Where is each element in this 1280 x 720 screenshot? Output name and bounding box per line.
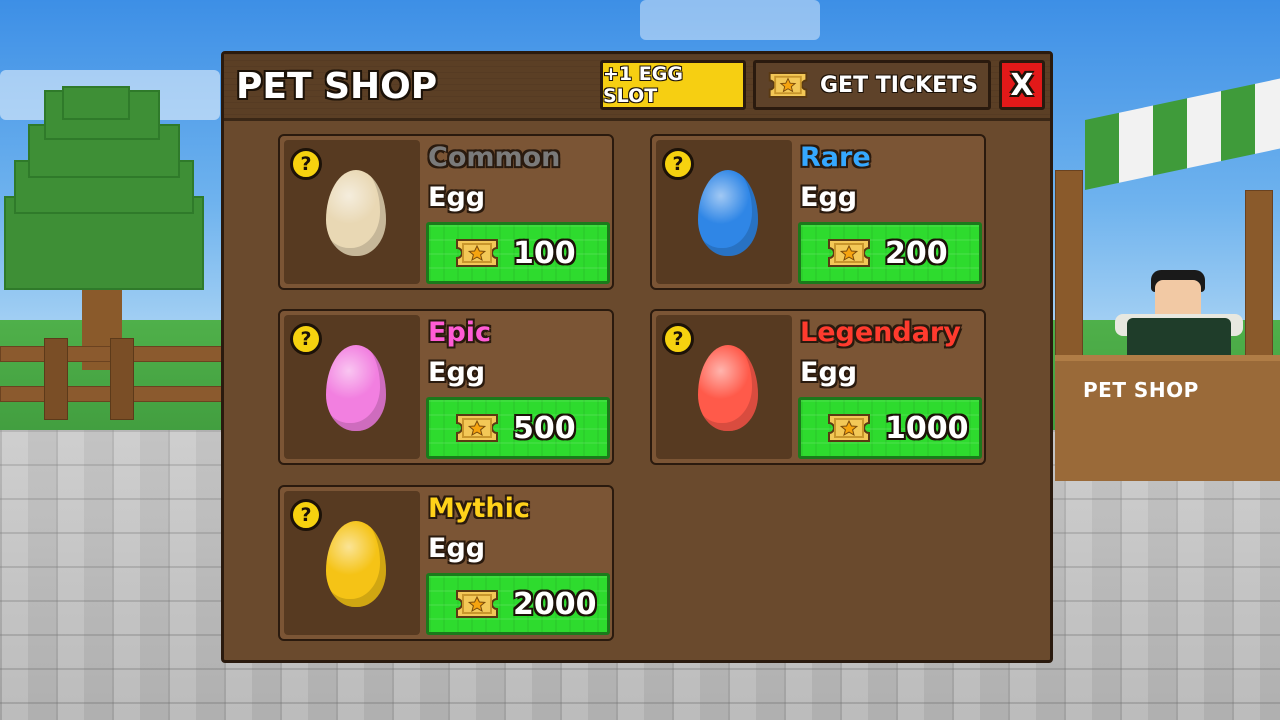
panel-header: PET SHOP +1 EGG SLOT GET TICKETS X — [224, 54, 1050, 121]
ticket-icon — [456, 239, 498, 267]
egg-image-frame: ? — [656, 315, 792, 459]
stall-sign: PET SHOP — [1083, 378, 1199, 402]
egg-icon — [326, 521, 386, 607]
egg-label: Egg — [428, 182, 486, 213]
shop-title: PET SHOP — [236, 66, 438, 107]
get-tickets-label: GET TICKETS — [820, 72, 979, 98]
fence-post — [44, 338, 68, 420]
egg-label: Egg — [428, 533, 486, 564]
price-label: 2000 — [513, 586, 597, 622]
egg-icon — [326, 345, 386, 431]
egg-image-frame: ? — [284, 140, 420, 284]
info-icon[interactable]: ? — [290, 499, 322, 531]
stall-counter — [1055, 355, 1280, 481]
info-icon[interactable]: ? — [662, 323, 694, 355]
egg-card-legendary: ? Legendary Egg 1000 — [650, 309, 986, 465]
cloud — [640, 0, 820, 40]
price-label: 1000 — [885, 410, 969, 446]
buy-button[interactable]: 100 — [426, 222, 610, 284]
buy-button[interactable]: 500 — [426, 397, 610, 459]
egg-rarity: Epic — [428, 317, 492, 348]
egg-image-frame: ? — [656, 140, 792, 284]
buy-button[interactable]: 200 — [798, 222, 982, 284]
egg-rarity: Rare — [800, 142, 871, 173]
buy-button[interactable]: 1000 — [798, 397, 982, 459]
egg-icon — [326, 170, 386, 256]
tree-foliage — [62, 86, 130, 120]
egg-label: Egg — [800, 357, 858, 388]
fence-post — [110, 338, 134, 420]
info-icon[interactable]: ? — [290, 148, 322, 180]
egg-image-frame: ? — [284, 491, 420, 635]
ticket-icon — [828, 239, 870, 267]
egg-rarity: Mythic — [428, 493, 530, 524]
egg-image-frame: ? — [284, 315, 420, 459]
egg-card-epic: ? Epic Egg 500 — [278, 309, 614, 465]
egg-slot-label: +1 EGG SLOT — [603, 63, 683, 107]
get-tickets-button[interactable]: GET TICKETS — [753, 60, 991, 110]
close-icon: X — [1010, 67, 1034, 103]
price-label: 500 — [513, 410, 576, 446]
close-button[interactable]: X — [999, 60, 1045, 110]
ticket-icon — [768, 72, 808, 98]
egg-slot-button[interactable]: +1 EGG SLOT — [600, 60, 746, 110]
egg-icon — [698, 170, 758, 256]
ticket-icon — [456, 590, 498, 618]
pet-shop-panel: PET SHOP +1 EGG SLOT GET TICKETS X ? Comm… — [221, 51, 1053, 663]
price-label: 200 — [885, 235, 948, 271]
ticket-icon — [828, 414, 870, 442]
egg-rarity: Common — [428, 142, 561, 173]
pet-shop-stall: PET SHOP — [1055, 77, 1280, 481]
buy-button[interactable]: 2000 — [426, 573, 610, 635]
egg-icon — [698, 345, 758, 431]
ticket-icon — [456, 414, 498, 442]
egg-card-rare: ? Rare Egg 200 — [650, 134, 986, 290]
info-icon[interactable]: ? — [662, 148, 694, 180]
price-label: 100 — [513, 235, 576, 271]
egg-card-mythic: ? Mythic Egg 2000 — [278, 485, 614, 641]
egg-label: Egg — [800, 182, 858, 213]
egg-rarity: Legendary — [800, 317, 961, 348]
info-icon[interactable]: ? — [290, 323, 322, 355]
egg-label: Egg — [428, 357, 486, 388]
egg-card-common: ? Common Egg 100 — [278, 134, 614, 290]
